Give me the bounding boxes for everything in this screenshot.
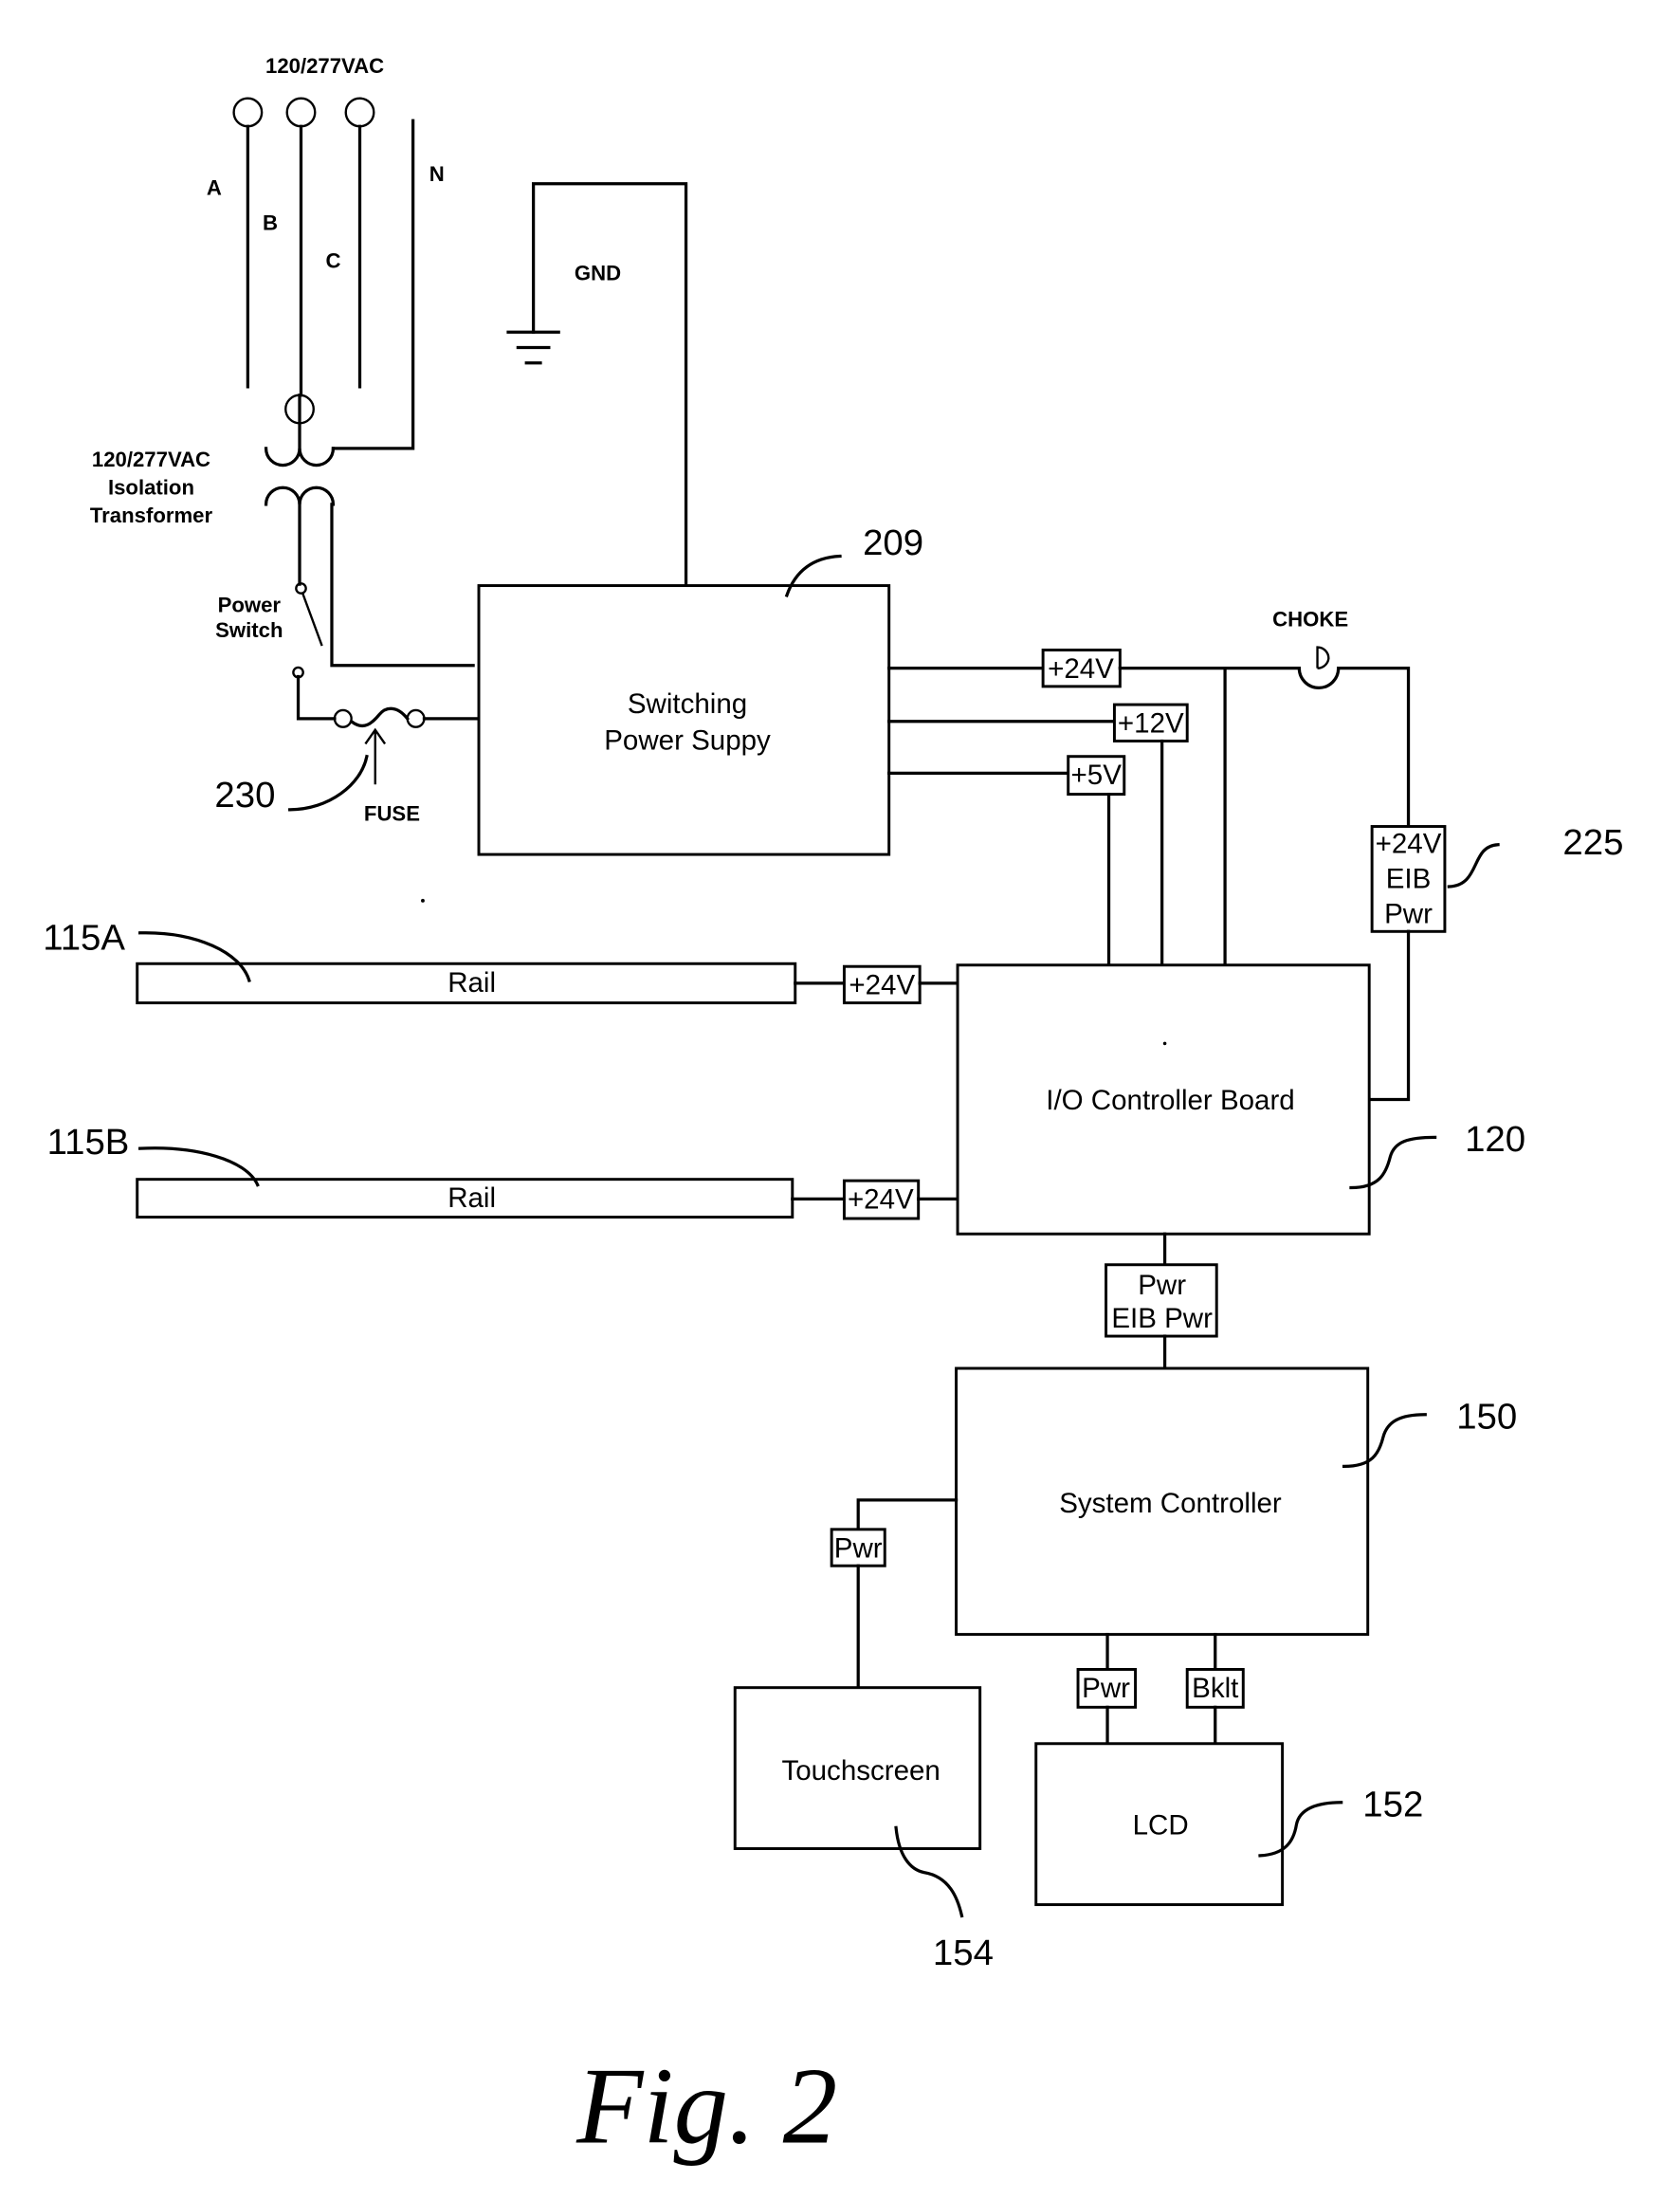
- system-controller-ref: 150: [1456, 1397, 1517, 1438]
- choke-output-wire: [1337, 667, 1411, 829]
- fuse-element-icon: [349, 706, 410, 727]
- eib-power-ref: 225: [1562, 822, 1623, 863]
- touchscreen-wire-top: [856, 1498, 959, 1531]
- terminal-a-icon: [232, 97, 264, 128]
- lcd-bklt-label: Bklt: [1192, 1673, 1238, 1704]
- rail-b-ref: 115B: [47, 1122, 130, 1163]
- eib-power-wire: [1367, 929, 1411, 1102]
- transformer-label-line1: 120/277VAC: [92, 448, 210, 471]
- eib-power-label-line2: EIB: [1386, 864, 1432, 895]
- speck-dot-2: [421, 898, 425, 903]
- lcd: Pwr Bklt LCD 152: [1034, 1632, 1423, 1907]
- out-24v-label: +24V: [1048, 653, 1114, 685]
- speck-dot: [1162, 1041, 1167, 1046]
- choke-icon: [1297, 667, 1341, 689]
- touchscreen-pwr-label: Pwr: [834, 1532, 883, 1564]
- system-controller-label: System Controller: [1059, 1488, 1282, 1519]
- neutral-label: N: [429, 162, 445, 186]
- fuse-label: FUSE: [364, 802, 420, 826]
- supply-voltage-label: 120/277VAC: [265, 54, 384, 78]
- fuse-input-wire: [296, 674, 337, 721]
- power-switch-label-line2: Switch: [215, 618, 283, 642]
- sps-label-line2: Power Suppy: [604, 724, 771, 756]
- io-controller-ref: 120: [1465, 1119, 1525, 1160]
- rail-b-label: Rail: [447, 1182, 496, 1214]
- sps-label-line1: Switching: [628, 688, 747, 720]
- fig2-diagram: 120/277VAC A B C N 120/277VAC Isolation …: [43, 54, 1623, 2167]
- terminal-c-icon: [344, 97, 375, 128]
- switch-blade-icon: [301, 592, 323, 647]
- system-controller: System Controller 150: [955, 1366, 1517, 1637]
- fuse: FUSE 230: [214, 674, 481, 826]
- io-controller-label: I/O Controller Board: [1046, 1085, 1294, 1116]
- choke: CHOKE: [1272, 607, 1411, 829]
- lcd-pwr-label: Pwr: [1082, 1673, 1130, 1704]
- terminal-b-icon: [285, 97, 317, 128]
- phase-c-label: C: [325, 248, 340, 272]
- choke-core-icon: [1316, 646, 1330, 669]
- transformer-label-line3: Transformer: [90, 504, 213, 527]
- phase-b-label: B: [263, 211, 278, 234]
- rail-a-feed-label: +24V: [849, 970, 915, 1001]
- eib-power-label-line3: Pwr: [1384, 898, 1433, 929]
- fuse-terminal-left-icon: [333, 708, 353, 728]
- link-label-line2: EIB Pwr: [1111, 1303, 1213, 1334]
- rail-a-label: Rail: [447, 967, 496, 999]
- eib-power: +24V EIB Pwr 225: [1367, 822, 1623, 1102]
- touchscreen: Pwr Touchscreen 154: [733, 1498, 994, 1973]
- lcd-ref: 152: [1362, 1785, 1423, 1825]
- out-12v-label: +12V: [1118, 708, 1184, 740]
- eib-power-label-line1: +24V: [1376, 829, 1442, 860]
- eib-power-ref-leader: [1447, 843, 1500, 889]
- rail-a-ref: 115A: [43, 917, 125, 958]
- ground-wire: [531, 182, 688, 588]
- lcd-label: LCD: [1133, 1810, 1189, 1842]
- fuse-ref-leader: [288, 754, 369, 812]
- power-switch-label-line1: Power: [218, 594, 282, 617]
- out-5v-label: +5V: [1071, 760, 1123, 791]
- transformer-secondary-icon: [264, 486, 336, 506]
- figure-caption: Fig. 2: [575, 2045, 837, 2167]
- transformer-primary-icon: [264, 447, 336, 467]
- isolation-transformer: 120/277VAC Isolation Transformer: [90, 447, 336, 527]
- link-label-line1: Pwr: [1138, 1270, 1186, 1301]
- sps-box: [477, 584, 891, 856]
- phase-a-label: A: [207, 176, 222, 200]
- switching-power-supply: Switching Power Suppy 209: [477, 522, 923, 856]
- secondary-right-lead: [330, 503, 475, 668]
- sps-ref: 209: [863, 522, 923, 563]
- io-controller-board: I/O Controller Board 120: [956, 963, 1525, 1236]
- io-system-link: Pwr EIB Pwr: [1105, 1232, 1218, 1370]
- sps-outputs: +24V +12V +5V: [887, 649, 1301, 967]
- rail-b-feed-label: +24V: [848, 1184, 914, 1216]
- fuse-terminal-right-icon: [406, 708, 426, 728]
- transformer-label-line2: Isolation: [108, 476, 194, 500]
- touchscreen-label: Touchscreen: [781, 1755, 940, 1787]
- neutral-wire: [331, 119, 415, 450]
- ac-supply: 120/277VAC A B C N: [207, 54, 445, 450]
- power-switch: Power Switch: [215, 503, 475, 679]
- ground-label: GND: [575, 262, 621, 285]
- ground: GND: [506, 182, 688, 588]
- rail-115b: Rail +24V 115B: [47, 1122, 959, 1220]
- fuse-ref: 230: [214, 775, 275, 815]
- touchscreen-ref: 154: [933, 1933, 994, 1973]
- rail-115a: Rail +24V 115A: [43, 917, 959, 1005]
- choke-label: CHOKE: [1272, 607, 1348, 631]
